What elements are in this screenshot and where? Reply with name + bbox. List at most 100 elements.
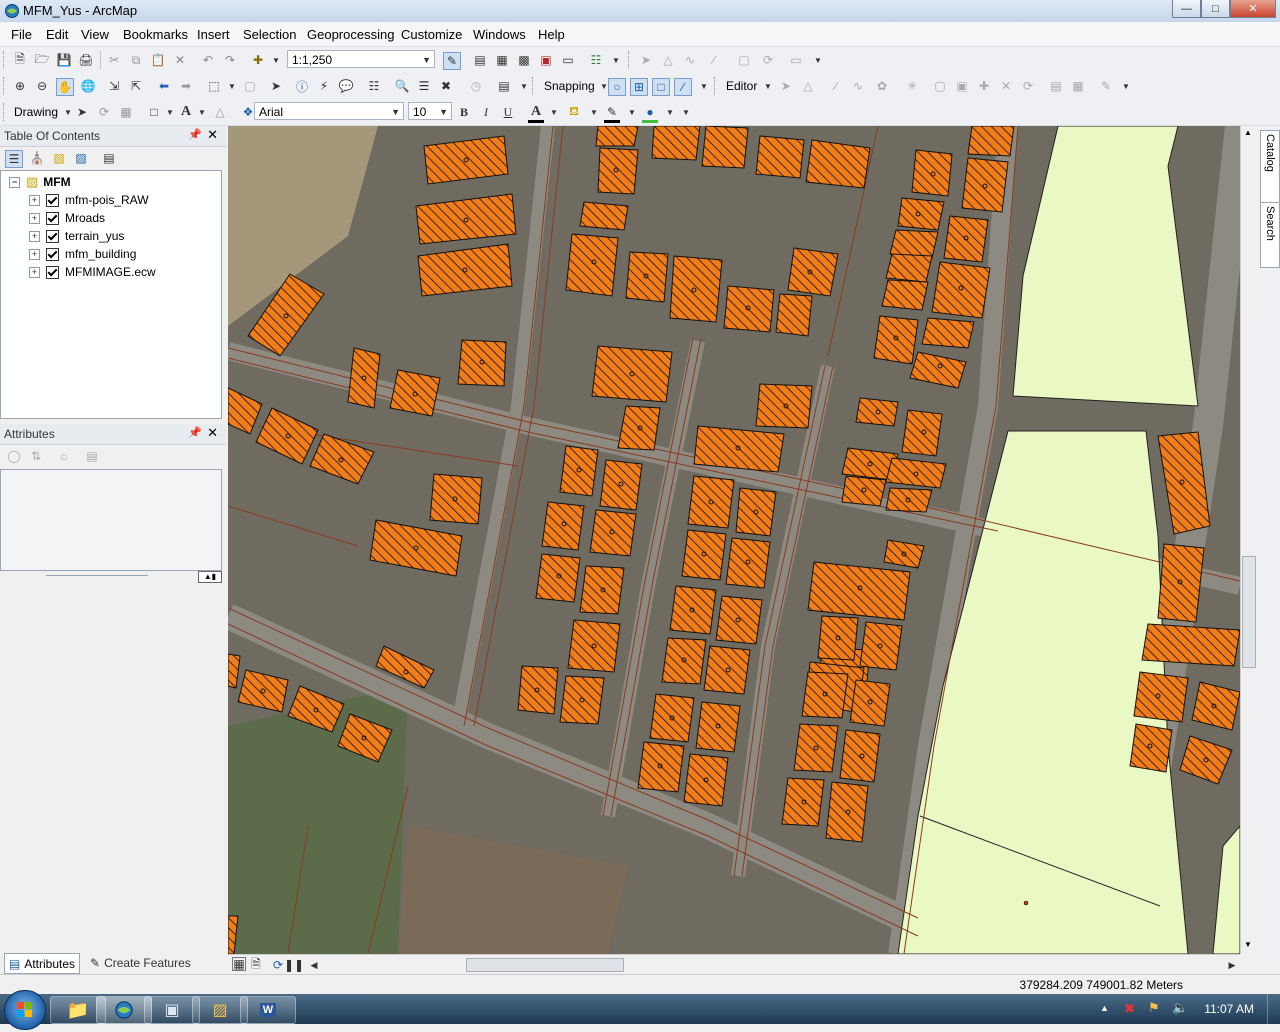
edge-snapping-icon[interactable]: ∕ <box>674 78 692 96</box>
tab-search[interactable]: Search <box>1260 202 1280 268</box>
clear-selection-icon[interactable]: ▢ <box>242 78 258 94</box>
building-polygon[interactable] <box>579 201 629 231</box>
building-polygon[interactable] <box>825 781 869 843</box>
list-by-visibility-icon[interactable]: ▧ <box>51 150 67 166</box>
building-polygon[interactable] <box>897 197 945 231</box>
pan-hand-icon[interactable]: ✋ <box>56 78 74 96</box>
building-polygon[interactable] <box>885 457 947 489</box>
sort-icon[interactable]: ◯ <box>6 448 22 464</box>
building-polygon[interactable] <box>457 339 507 387</box>
tab-create-features[interactable]: ✎ Create Features <box>86 953 195 972</box>
layer-visibility-checkbox[interactable] <box>46 265 59 279</box>
related-tables-icon[interactable]: ☼ <box>56 448 72 464</box>
add-data-icon[interactable]: ✚ <box>250 52 266 68</box>
list-by-source-icon[interactable]: ⛪ <box>29 150 45 166</box>
rectangle-dropdown-icon[interactable]: ▼ <box>162 104 178 120</box>
text-dropdown-icon[interactable]: ▼ <box>194 104 210 120</box>
italic-button[interactable]: I <box>478 104 494 120</box>
line-color-pen-icon[interactable]: ✎ <box>604 104 620 123</box>
editor-options-icon[interactable]: ✎ <box>1098 78 1114 94</box>
building-polygon[interactable] <box>881 279 929 311</box>
panel-layout-icon[interactable]: ▲▮ <box>198 571 222 583</box>
underline-button[interactable]: U <box>500 104 516 120</box>
pause-drawing-icon[interactable]: ❚❚ <box>284 957 304 973</box>
new-document-icon[interactable]: 🗎 <box>12 52 28 68</box>
building-polygon[interactable] <box>967 126 1015 157</box>
building-polygon[interactable] <box>429 473 483 525</box>
drawing-menu[interactable]: Drawing <box>14 105 58 119</box>
zoom-in-icon[interactable]: ⊕ <box>12 78 28 94</box>
splitter[interactable] <box>46 575 148 576</box>
building-polygon[interactable] <box>693 425 785 473</box>
zoom-out-icon[interactable]: ⊖ <box>34 78 50 94</box>
building-polygon[interactable] <box>595 126 639 147</box>
toolbar-grip[interactable] <box>3 77 7 95</box>
network-icon[interactable]: ✖ <box>1124 1001 1135 1017</box>
end-snapping-icon[interactable]: ⊞ <box>630 78 648 96</box>
taskbar-word[interactable]: W <box>240 996 296 1024</box>
menu-customize[interactable]: Customize <box>401 27 462 42</box>
go-forward-arrow-icon[interactable]: ➡ <box>178 78 194 94</box>
font-color-dropdown-icon[interactable]: ▼ <box>546 104 562 120</box>
building-polygon[interactable] <box>559 675 605 725</box>
show-desktop-button[interactable] <box>1267 994 1280 1024</box>
building-polygon[interactable] <box>885 487 933 513</box>
expand-icon[interactable]: + <box>29 212 40 224</box>
layer-row[interactable]: + MFMIMAGE.ecw <box>29 263 156 281</box>
building-polygon[interactable] <box>389 369 441 417</box>
building-polygon[interactable] <box>695 701 741 753</box>
edit-tool-arrow-icon[interactable]: ➤ <box>778 78 794 94</box>
building-polygon[interactable] <box>599 459 643 511</box>
expand-icon[interactable]: + <box>29 230 40 242</box>
action-center-icon[interactable]: ⚑ <box>1148 1000 1160 1016</box>
point-icon[interactable]: ✳ <box>904 78 920 94</box>
scroll-right-icon[interactable]: ▶ <box>1224 957 1240 973</box>
building-polygon[interactable] <box>817 615 859 661</box>
poi-point[interactable] <box>1023 900 1029 906</box>
menu-geoprocessing[interactable]: Geoprocessing <box>307 27 394 42</box>
undo-icon[interactable]: ↶ <box>200 52 216 68</box>
building-polygon[interactable] <box>683 753 729 807</box>
map-scale-combo[interactable]: 1:1,250 ▼ <box>287 50 435 68</box>
building-polygon[interactable] <box>661 637 707 685</box>
find-binoculars-icon[interactable]: 🔍 <box>394 78 410 94</box>
toolbar-grip[interactable] <box>3 51 7 69</box>
time-slider-icon[interactable]: ◷ <box>468 78 484 94</box>
reshape-icon[interactable]: ∿ <box>682 52 698 68</box>
building-polygon[interactable] <box>1141 623 1240 667</box>
expand-icon[interactable]: + <box>29 266 40 278</box>
drawing-toolbar-options-icon[interactable]: ▼ <box>678 104 694 120</box>
tab-catalog[interactable]: Catalog <box>1260 130 1280 204</box>
building-polygon[interactable] <box>1133 671 1189 723</box>
map-vertical-scrollbar[interactable]: ▲ ▼ <box>1240 126 1257 954</box>
end-point-arc-icon[interactable]: ∿ <box>850 78 866 94</box>
marker-color-icon[interactable]: ● <box>642 104 658 123</box>
maximize-button[interactable]: □ <box>1201 0 1230 18</box>
building-polygon[interactable] <box>565 233 619 297</box>
bold-button[interactable]: B <box>456 104 472 120</box>
menu-file[interactable]: File <box>11 27 32 42</box>
edit-annotation-icon[interactable]: △ <box>800 78 816 94</box>
layer-visibility-checkbox[interactable] <box>46 211 59 225</box>
create-features-window-icon[interactable]: ▦ <box>1070 78 1086 94</box>
building-polygon[interactable] <box>723 285 775 333</box>
line-color-dropdown-icon[interactable]: ▼ <box>624 104 640 120</box>
building-polygon[interactable] <box>943 215 989 263</box>
layout-view-icon[interactable]: 🗎 <box>248 957 264 973</box>
delete-icon[interactable]: ✕ <box>172 52 188 68</box>
select-features-icon[interactable]: ⬚ <box>206 78 222 94</box>
cut-polygon-icon[interactable]: ∕ <box>706 52 722 68</box>
catalog-window-icon[interactable]: ▦ <box>494 52 510 68</box>
map-canvas[interactable] <box>228 126 1240 954</box>
layer-visibility-checkbox[interactable] <box>46 247 59 261</box>
menu-edit[interactable]: Edit <box>46 27 68 42</box>
table-of-contents-icon[interactable]: ▤ <box>472 52 488 68</box>
building-polygon[interactable] <box>701 126 749 169</box>
scroll-left-icon[interactable]: ◀ <box>306 957 322 973</box>
font-color-button[interactable]: A <box>528 104 544 123</box>
fixed-zoom-in-icon[interactable]: ⇲ <box>106 78 122 94</box>
building-polygon[interactable] <box>805 139 871 189</box>
identify-icon[interactable]: ⓘ <box>294 78 310 94</box>
editor-menu[interactable]: Editor <box>726 79 757 93</box>
editor-toolbar-icon[interactable]: ✎ <box>443 52 461 70</box>
